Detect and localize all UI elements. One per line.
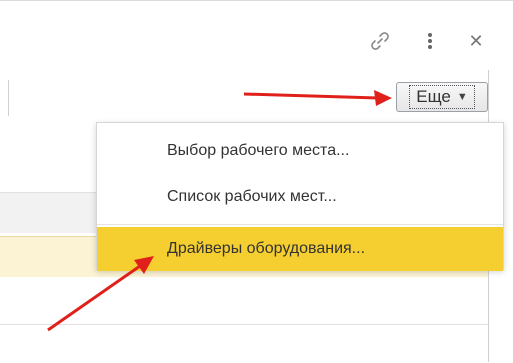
arrow-to-more-button [243,90,392,106]
more-vertical-icon[interactable] [420,30,440,52]
more-dropdown-menu: Выбор рабочего места... Список рабочих м… [96,122,504,271]
menu-item-workplace-list[interactable]: Список рабочих мест... [97,175,503,219]
top-divider [0,0,513,1]
menu-item-equipment-drivers[interactable]: Драйверы оборудования... [97,227,503,271]
menu-item-label: Драйверы оборудования... [167,240,366,257]
menu-item-label: Список рабочих мест... [167,188,337,205]
menu-divider [97,224,503,225]
field-edge [8,80,9,116]
menu-item-label: Выбор рабочего места... [167,142,350,159]
more-button[interactable]: Еще ▼ [396,82,488,112]
menu-item-select-workplace[interactable]: Выбор рабочего места... [97,129,503,173]
table-row[interactable] [0,324,488,363]
form-area: ✕ Еще ▼ Выбор рабочего места... Список р… [0,0,513,363]
more-button-label: Еще [416,87,451,106]
link-icon[interactable] [366,30,394,52]
chevron-down-icon: ▼ [456,91,468,103]
close-icon[interactable]: ✕ [466,30,486,52]
